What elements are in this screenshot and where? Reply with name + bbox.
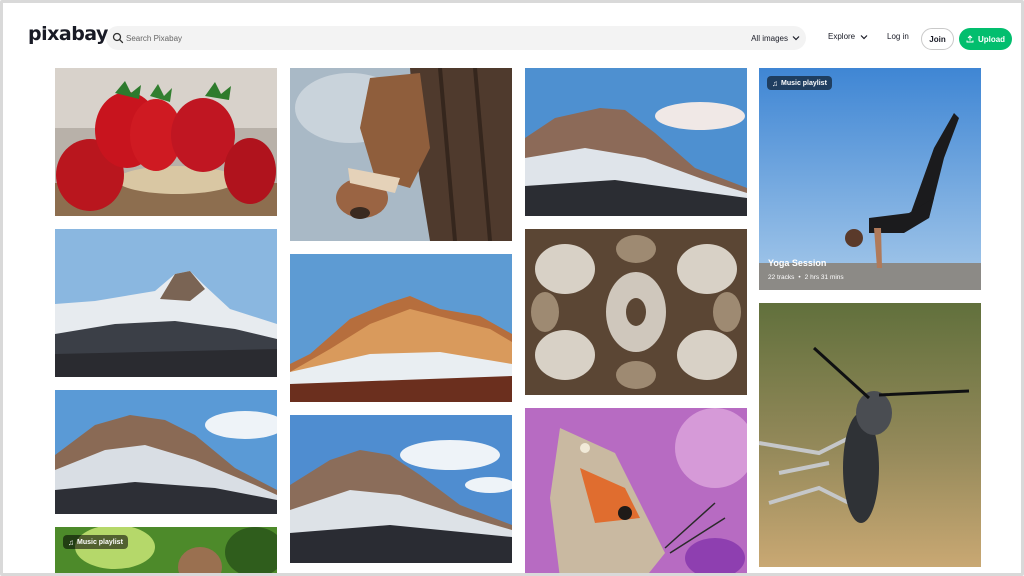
upload-icon	[966, 35, 974, 43]
music-playlist-badge: ♫ Music playlist	[767, 76, 832, 90]
join-button[interactable]: Join	[921, 28, 954, 50]
meta-separator: •	[798, 274, 801, 281]
mountain-image	[55, 390, 277, 514]
image-tile-mountain-top[interactable]	[525, 68, 747, 216]
search-icon	[112, 32, 124, 44]
upload-button[interactable]: Upload	[959, 28, 1012, 50]
image-tile-mountain-left[interactable]	[55, 229, 277, 377]
kaleidoscope-image	[525, 229, 747, 395]
music-note-icon: ♫	[68, 537, 74, 547]
insect-image	[759, 303, 981, 567]
music-note-icon: ♫	[772, 78, 778, 88]
playlist-tile-bottom[interactable]: ♫ Music playlist	[55, 527, 277, 573]
chevron-down-icon	[860, 34, 868, 39]
chevron-down-icon	[792, 36, 800, 41]
mountain-image	[290, 254, 512, 402]
playlist-meta: 22 tracks • 2 hrs 31 mins	[768, 274, 844, 281]
playlist-tile-yoga[interactable]: ♫ Music playlist Yoga Session 22 tracks …	[759, 68, 981, 290]
music-playlist-badge: ♫ Music playlist	[63, 535, 128, 549]
login-link[interactable]: Log in	[887, 32, 909, 41]
image-tile-squirrel[interactable]	[290, 68, 512, 241]
explore-menu[interactable]: Explore	[828, 32, 868, 41]
squirrel-image	[290, 68, 512, 241]
image-tile-butterfly[interactable]	[525, 408, 747, 573]
browser-frame: pixabay All images Explore Log in Join	[0, 0, 1024, 576]
mountain-image	[290, 415, 512, 563]
yoga-image	[759, 68, 981, 290]
top-navbar: pixabay All images Explore Log in Join	[3, 3, 1021, 69]
pixabay-logo[interactable]: pixabay	[28, 23, 108, 45]
mountain-image	[525, 68, 747, 216]
upload-label: Upload	[977, 34, 1006, 44]
badge-label: Music playlist	[781, 79, 827, 87]
image-tile-mountain-mid-2[interactable]	[290, 415, 512, 563]
search-input[interactable]	[126, 29, 726, 47]
playlist-title: Yoga Session	[768, 258, 827, 268]
butterfly-image	[525, 408, 747, 573]
badge-label: Music playlist	[77, 538, 123, 546]
playlist-duration: 2 hrs 31 mins	[804, 274, 844, 281]
explore-label: Explore	[828, 32, 856, 41]
image-type-label: All images	[751, 33, 788, 43]
strawberries-image	[55, 68, 277, 216]
image-tile-strawberries[interactable]	[55, 68, 277, 216]
image-tile-kaleidoscope[interactable]	[525, 229, 747, 395]
image-tile-insect[interactable]	[759, 303, 981, 567]
image-type-dropdown[interactable]: All images	[751, 31, 800, 45]
track-count: 22 tracks	[768, 274, 795, 281]
mountain-image	[55, 229, 277, 377]
search-bar[interactable]: All images	[106, 26, 806, 50]
image-tile-mountain-mid[interactable]	[290, 254, 512, 402]
image-tile-mountain-left-2[interactable]	[55, 390, 277, 514]
